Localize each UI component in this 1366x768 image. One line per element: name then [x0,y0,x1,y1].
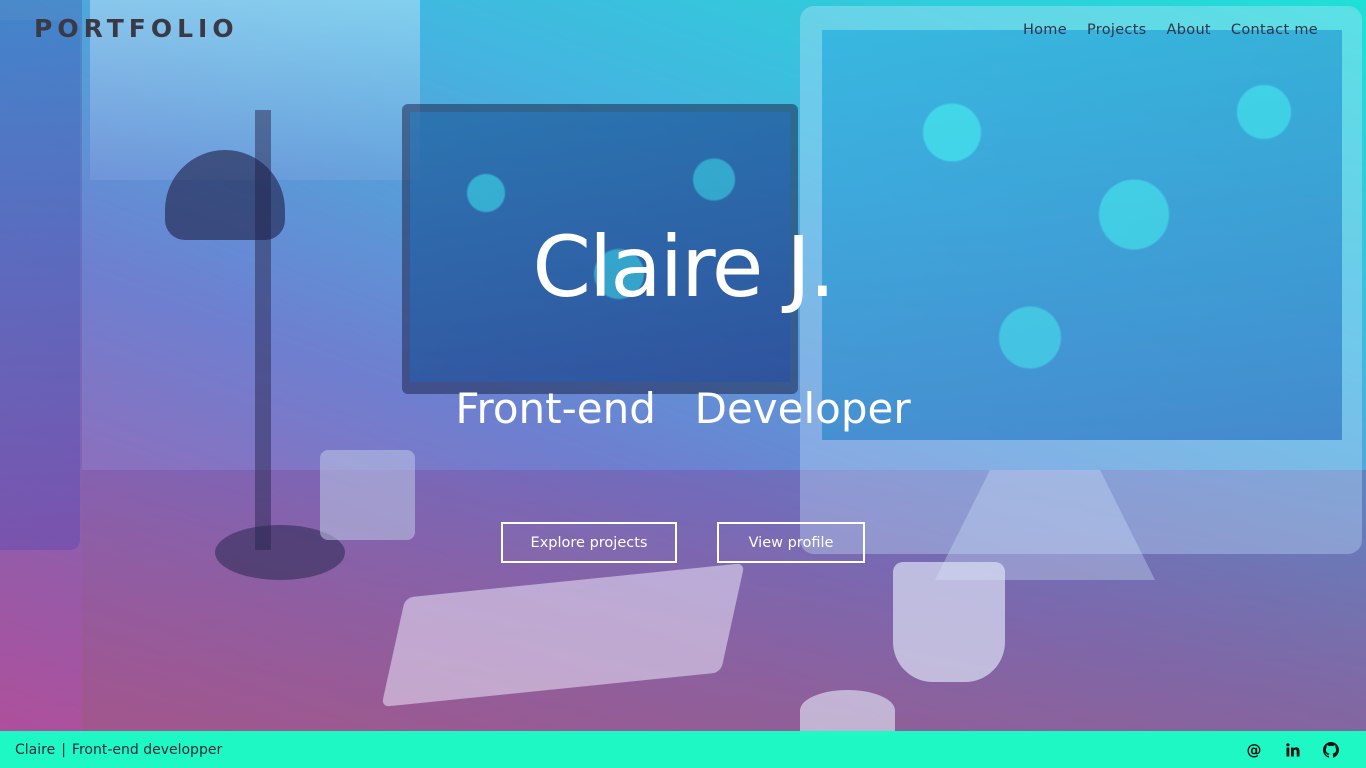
background-mug [893,562,1005,682]
nav-item-contact[interactable]: Contact me [1231,22,1318,38]
hero-role: Front-end Developer [455,384,911,433]
main-nav: Home Projects About Contact me [1023,22,1318,38]
nav-item-home[interactable]: Home [1023,22,1067,38]
background-mouse [800,690,895,731]
site-logo[interactable]: PORTFOLIO [34,14,239,43]
github-icon[interactable] [1321,740,1341,760]
explore-projects-button[interactable]: Explore projects [501,522,677,563]
footer-name: Claire [15,742,56,758]
hero-section: PORTFOLIO Home Projects About Contact me… [0,0,1366,731]
footer-title: Front-end developper [71,742,223,758]
background-plant-pot [320,450,415,540]
at-email-icon[interactable]: @ [1244,740,1264,760]
nav-item-about[interactable]: About [1167,22,1211,38]
view-profile-button[interactable]: View profile [717,522,865,563]
footer-separator: | [61,742,66,758]
background-left-shade [0,0,82,731]
nav-item-projects[interactable]: Projects [1087,22,1147,38]
linkedin-icon[interactable] [1283,740,1303,760]
hero-name: Claire J. [532,218,835,316]
footer-credit: Claire | Front-end developper [15,742,222,758]
footer: Claire | Front-end developper @ [0,731,1366,768]
